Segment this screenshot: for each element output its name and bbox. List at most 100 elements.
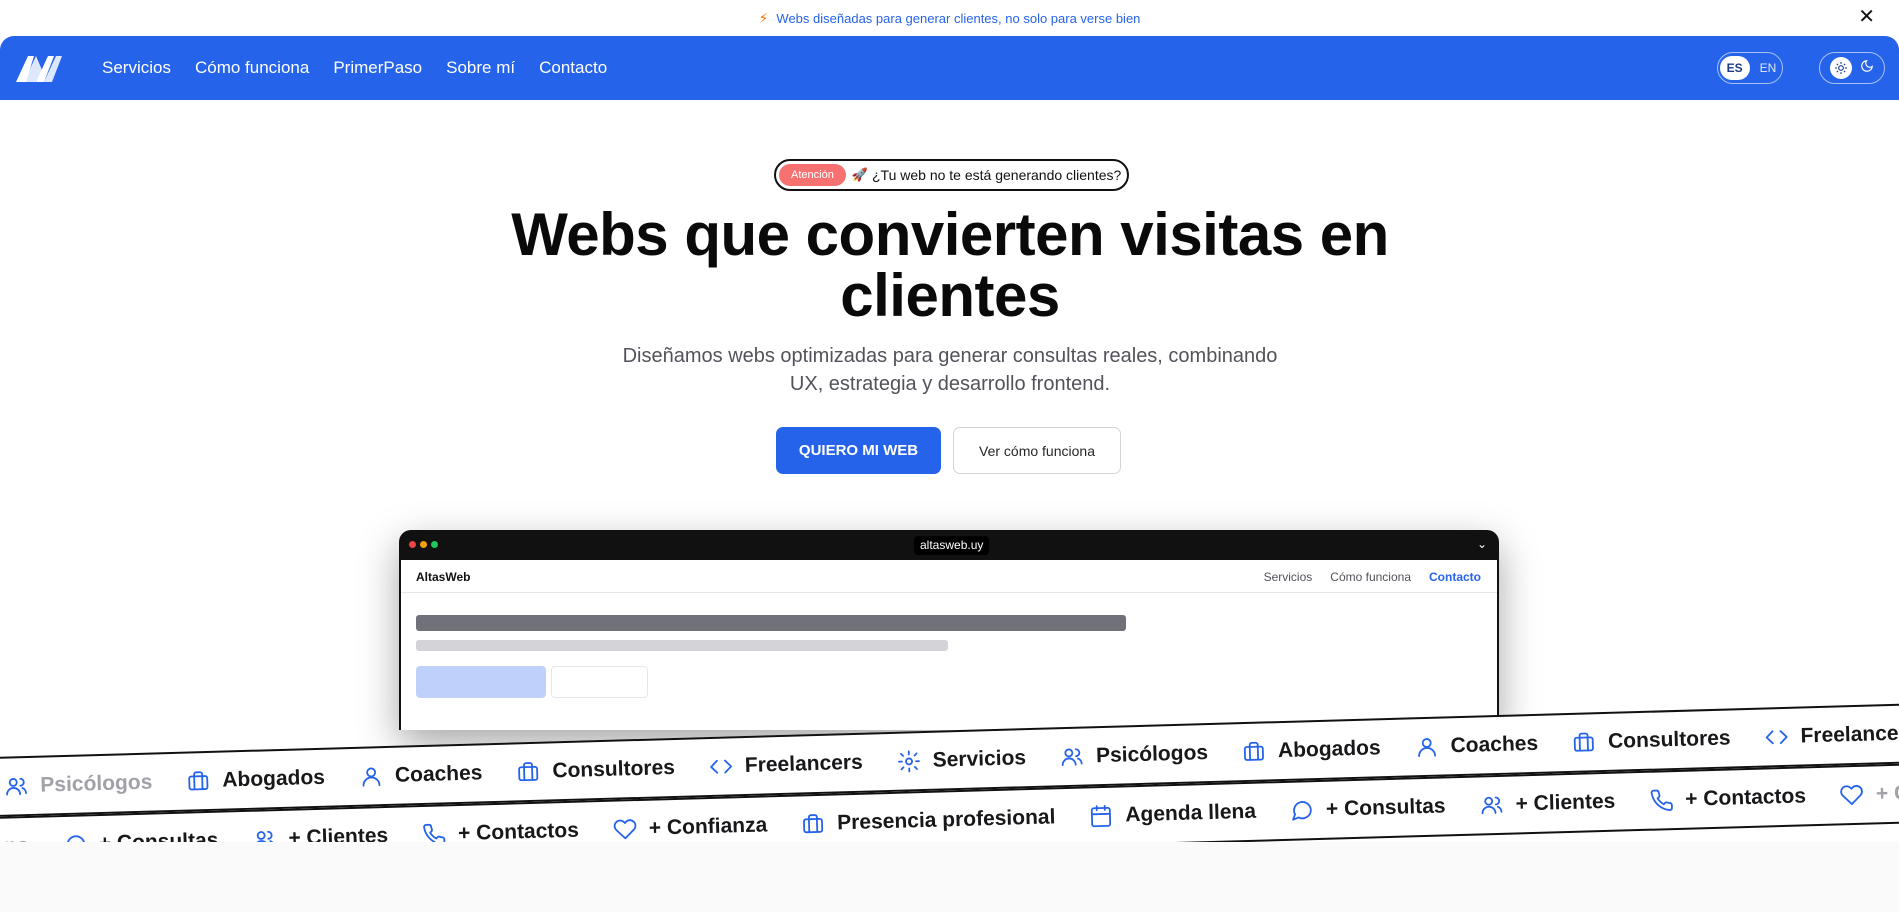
- attention-badge: Atención 🚀 ¿Tu web no te está generando …: [774, 159, 1130, 191]
- users-icon: [1481, 796, 1503, 815]
- code-icon: [709, 759, 732, 774]
- chevron-down-icon: ⌄: [1476, 537, 1487, 551]
- cta-quiero-mi-web-button[interactable]: QUIERO MI WEB: [776, 427, 941, 474]
- maximize-dot: [431, 541, 438, 548]
- theme-toggle: [1819, 52, 1885, 84]
- heart-icon: [613, 819, 637, 840]
- browser-titlebar: altasweb.uy ⌄: [399, 530, 1499, 560]
- briefcase-icon: [1244, 741, 1265, 761]
- nav-link-primerpaso[interactable]: PrimerPaso: [333, 58, 422, 78]
- close-dot: [409, 541, 416, 548]
- cta-ver-como-funciona-button[interactable]: Ver cómo funciona: [953, 427, 1121, 474]
- ribbon-item: Freelancers: [709, 751, 864, 779]
- user-icon: [362, 767, 381, 787]
- ribbon-item: Consultores: [1572, 726, 1731, 754]
- ribbon-item-label: Abogados: [1277, 736, 1381, 763]
- mini-link-contacto: Contacto: [1429, 570, 1481, 584]
- ribbon-item: Freelancers: [1764, 721, 1899, 749]
- ribbon-item-label: Freelancers: [1800, 721, 1899, 748]
- ribbon-item: Consultores: [516, 756, 675, 784]
- ribbon-item: Psicólogos: [1060, 741, 1209, 769]
- rocket-icon: 🚀: [851, 167, 868, 182]
- hero-subtitle-line2: UX, estrategia y desarrollo frontend.: [789, 373, 1111, 395]
- minimize-dot: [420, 541, 427, 548]
- ribbon-item-label: Agenda llena: [1125, 799, 1257, 827]
- briefcase-icon: [803, 814, 824, 834]
- phone-icon: [1650, 789, 1673, 811]
- briefcase-icon: [1574, 732, 1595, 752]
- chat-icon: [1292, 801, 1312, 821]
- ribbon-item-label: Freelancers: [744, 750, 864, 778]
- sun-icon: [1835, 62, 1847, 74]
- ribbon-item: Coaches: [1414, 732, 1538, 759]
- ribbon-item-label: Psicólogos: [1095, 741, 1209, 768]
- skeleton-title: [416, 615, 1126, 631]
- ribbon-item-label: Consultores: [552, 755, 676, 783]
- section-divider: [0, 842, 1899, 912]
- language-switcher: ES EN: [1717, 52, 1783, 84]
- mini-brand: AltasWeb: [416, 570, 471, 584]
- ribbon-item: + Contactos: [1649, 784, 1806, 812]
- ribbon-item: Agenda llena: [1089, 800, 1256, 829]
- light-mode-button[interactable]: [1830, 57, 1852, 79]
- users-icon: [1061, 748, 1083, 767]
- ribbon-item-label: Coaches: [394, 761, 483, 787]
- mini-link-servicios: Servicios: [1263, 570, 1313, 584]
- calendar-icon: [1091, 805, 1112, 828]
- ribbon-item-label: + Confianza: [648, 813, 768, 840]
- marquee-section: Psicólogos Abogados Coaches Consultores Free…: [0, 690, 1899, 860]
- ribbon-item: Presencia profesional: [801, 805, 1056, 836]
- mini-nav-links: Servicios Cómo funciona Contacto: [1264, 570, 1481, 584]
- ribbon-item: + Clientes: [1479, 789, 1616, 818]
- code-icon: [1765, 730, 1788, 745]
- hero-subtitle: Diseñamos webs optimizadas para generar …: [600, 342, 1300, 398]
- ribbon-item-label: Consultores: [1607, 726, 1731, 753]
- badge-text: ¿Tu web no te está generando clientes?: [872, 167, 1122, 183]
- briefcase-icon: [188, 771, 209, 791]
- nav-link-como-funciona[interactable]: Cómo funciona: [195, 58, 309, 78]
- briefcase-icon: [518, 762, 539, 782]
- ribbon-item-label: Presencia profesional: [836, 805, 1056, 835]
- dark-mode-button[interactable]: [1860, 59, 1874, 78]
- ribbon-item-label: + Contactos: [1684, 784, 1807, 811]
- window-controls: [409, 541, 438, 548]
- lang-es-button[interactable]: ES: [1719, 56, 1750, 80]
- nav-link-sobre-mi[interactable]: Sobre mí: [446, 58, 515, 78]
- ribbon-item-label: Servicios: [932, 746, 1027, 772]
- nav-link-contacto[interactable]: Contacto: [539, 58, 607, 78]
- ribbon-item: Abogados: [1242, 736, 1381, 764]
- ribbon-item: + Consultas: [1290, 794, 1446, 822]
- ribbon-item: + Confianza: [613, 813, 768, 841]
- ribbon-item: Psicólogos: [4, 771, 153, 799]
- hero-title: Webs que convierten visitas en clientes: [450, 204, 1450, 326]
- mini-link-como-funciona: Cómo funciona: [1330, 570, 1411, 584]
- users-icon: [6, 777, 27, 796]
- browser-url: altasweb.uy: [914, 536, 990, 555]
- ribbon-item: + Confianza: [1840, 779, 1899, 807]
- moon-icon: [1861, 59, 1873, 72]
- altasweb-logo[interactable]: [14, 50, 64, 86]
- nav-links: Servicios Cómo funciona PrimerPaso Sobre…: [102, 36, 607, 100]
- heart-icon: [1840, 785, 1864, 805]
- announcement-text: Webs diseñadas para generar clientes, no…: [776, 10, 1141, 26]
- ribbon-item-label: + Confianza: [1875, 779, 1899, 806]
- gear-icon: [897, 750, 920, 773]
- ribbon-item-label: Psicólogos: [40, 770, 153, 797]
- ribbon-item: Servicios: [896, 746, 1026, 774]
- lang-en-button[interactable]: EN: [1756, 56, 1781, 80]
- skeleton-subtitle: [416, 640, 948, 651]
- close-icon[interactable]: ✕: [1858, 7, 1875, 27]
- main-navbar: Servicios Cómo funciona PrimerPaso Sobre…: [0, 36, 1899, 100]
- announcement-bar: ⚡ Webs diseñadas para generar clientes, …: [0, 0, 1899, 36]
- ribbon-item-label: Abogados: [221, 765, 326, 792]
- hero-subtitle-line1: Diseñamos webs optimizadas para generar …: [622, 345, 1278, 367]
- ribbon-item-label: + Consultas: [1325, 794, 1446, 821]
- nav-link-servicios[interactable]: Servicios: [102, 58, 171, 78]
- user-icon: [1417, 738, 1436, 758]
- hero-title-line2: clientes: [840, 262, 1060, 329]
- mini-navbar: AltasWeb Servicios Cómo funciona Contact…: [401, 560, 1497, 593]
- ribbon-item-label: + Clientes: [1515, 789, 1616, 816]
- hero-title-line1: Webs que convierten visitas en: [511, 201, 1389, 268]
- lightning-icon: ⚡: [758, 9, 769, 26]
- ribbon-item: Abogados: [186, 766, 325, 794]
